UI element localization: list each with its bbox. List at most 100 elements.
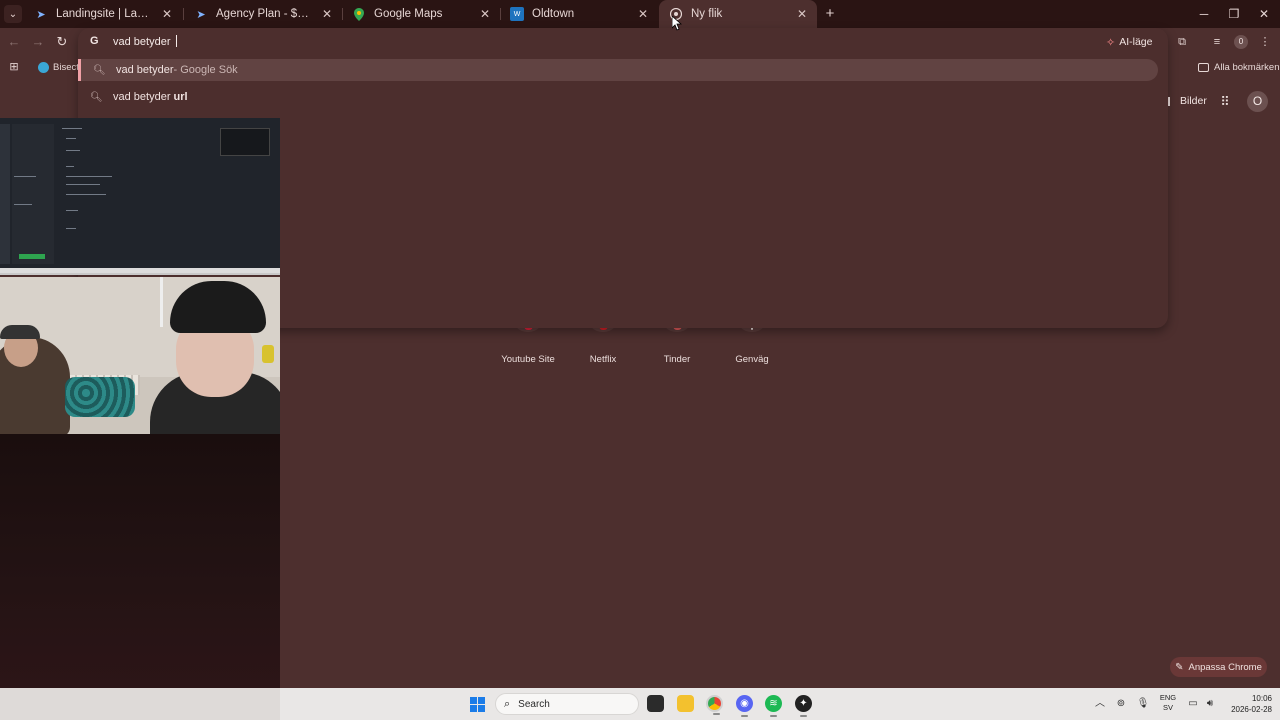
reload-icon[interactable]: ↻ [53, 33, 71, 51]
ai-mode-label: AI-läge [1119, 36, 1153, 48]
omnibox-input[interactable]: vad betyder [113, 35, 177, 48]
menu-icon[interactable]: ⋮ [1257, 34, 1273, 50]
preview-panel [220, 128, 270, 156]
tab-strip: ⌄ ➤ Landingsite | Landingsite ✕ ➤ Agency… [0, 0, 1280, 28]
apps-grid-icon[interactable]: ⊞ [7, 60, 21, 74]
preview-list [12, 124, 54, 264]
preview-text [66, 150, 80, 151]
paper-plane-icon: ➤ [36, 8, 46, 21]
running-indicator [713, 713, 720, 715]
microphone-icon[interactable]: 🎙︎ [1136, 697, 1150, 711]
tab-new-tab[interactable]: Ny flik ✕ [659, 0, 817, 28]
preview-text [14, 176, 36, 177]
suggestion-item[interactable]: 🔍︎ vad betyder - Google Sök [78, 59, 1158, 81]
tab-title: Landingsite | Landingsite [56, 8, 154, 20]
google-apps-icon[interactable]: ⠿ [1217, 94, 1233, 110]
search-icon: ⌕ [504, 697, 511, 710]
close-icon[interactable]: ✕ [636, 7, 650, 21]
text-caret [175, 35, 177, 47]
suggestion-item[interactable]: 🔍︎ vad betyder url [78, 86, 1158, 108]
forward-icon[interactable]: → [29, 33, 47, 51]
task-view-icon[interactable] [647, 695, 664, 712]
taskbar: ⌕ Search ◉ ≋ ✦ ︿ ⊚ 🎙︎ ENG SV ▭ 🔊︎ 10:06 … [0, 688, 1280, 720]
overlay-dark-panel [0, 434, 280, 688]
taskbar-search[interactable]: ⌕ Search [495, 693, 639, 715]
spotify-icon[interactable]: ≋ [765, 695, 782, 717]
folder-icon [1198, 62, 1209, 72]
preview-button [19, 254, 45, 259]
avatar[interactable]: 0 [1234, 35, 1248, 49]
preview-sidebar [0, 124, 10, 264]
volume-icon[interactable]: 🔊︎ [1203, 697, 1217, 711]
webcam-pillow [65, 377, 135, 417]
extensions-icon[interactable]: ⧉ [1174, 34, 1190, 50]
clock-time: 10:06 [1251, 694, 1272, 703]
preview-text [66, 228, 76, 229]
display-icon[interactable]: ▭ [1186, 697, 1200, 711]
language-bottom: SV [1162, 703, 1173, 712]
preview-taskbar [0, 268, 280, 273]
shortcut-label: Tinder [663, 354, 691, 365]
close-icon[interactable]: ✕ [478, 7, 492, 21]
close-icon[interactable]: ✕ [320, 7, 334, 21]
new-tab-button[interactable]: + [822, 5, 838, 23]
all-bookmarks-label: Alla bokmärken [1214, 61, 1280, 73]
tab-title: Oldtown [532, 8, 575, 20]
suggestion-suffix: - Google Sök [173, 64, 238, 76]
omnibox[interactable]: G vad betyder [78, 28, 1168, 56]
tab-search-button[interactable]: ⌄ [4, 5, 22, 23]
tab-google-maps[interactable]: Google Maps ✕ [342, 3, 500, 25]
chrome-icon[interactable] [706, 695, 723, 715]
restore-icon[interactable]: ❐ [1226, 5, 1242, 23]
pencil-icon: ✎ [1175, 661, 1184, 673]
tab-title: Agency Plan - $49/mo for Unlim [216, 8, 314, 20]
google-g-icon: G [90, 35, 99, 47]
customize-label: Anpassa Chrome [1188, 661, 1262, 673]
preview-text [66, 184, 100, 185]
wordpress-icon: W [510, 7, 524, 21]
ai-search-icon: ✧ [1106, 36, 1116, 49]
bisect-icon [38, 61, 49, 73]
running-indicator [770, 715, 777, 717]
images-link[interactable]: Bilder [1180, 95, 1207, 107]
preview-text [66, 166, 74, 167]
running-indicator [800, 715, 807, 717]
close-icon[interactable]: ✕ [795, 7, 809, 21]
clock-date: 2026-02-28 [1231, 705, 1272, 714]
minimize-icon[interactable]: ─ [1196, 5, 1212, 23]
close-icon[interactable]: ✕ [160, 7, 174, 21]
suggestion-bold: url [173, 91, 188, 103]
windows-start-icon[interactable] [470, 697, 485, 712]
tab-agency-plan[interactable]: ➤ Agency Plan - $49/mo for Unlim ✕ [184, 3, 342, 25]
customize-chrome-button[interactable]: ✎ Anpassa Chrome [1170, 657, 1267, 677]
shortcut-label: Genväg [735, 354, 769, 365]
omnibox-value: vad betyder [113, 36, 174, 48]
bookmark-bisect[interactable]: Bisect [38, 59, 79, 75]
taskbar-left-area [0, 688, 280, 720]
search-icon: 🔍︎ [90, 91, 103, 103]
network-status-icon[interactable]: ⊚ [1114, 697, 1128, 711]
language-indicator[interactable]: ENG SV [1158, 693, 1178, 713]
media-controls-icon[interactable]: ≡ [1209, 34, 1225, 50]
clock[interactable]: 10:06 2026-02-28 [1222, 693, 1272, 715]
tab-oldtown[interactable]: W Oldtown ✕ [500, 3, 658, 25]
suggestion-text: vad betyder [113, 91, 174, 103]
back-icon[interactable]: ← [5, 33, 23, 51]
running-indicator [741, 715, 748, 717]
window-close-icon[interactable]: ✕ [1256, 5, 1272, 23]
discord-icon[interactable]: ◉ [736, 695, 753, 717]
app-icon[interactable]: ✦ [795, 695, 812, 717]
search-icon: 🔍︎ [93, 64, 106, 76]
ai-mode-button[interactable]: ✧ AI-läge [1106, 34, 1153, 50]
bookmark-label: Bisect [53, 61, 79, 73]
tab-landingsite[interactable]: ➤ Landingsite | Landingsite ✕ [24, 3, 182, 25]
webcam-feed [0, 277, 280, 434]
tab-title: Google Maps [374, 8, 443, 20]
avatar[interactable]: O [1247, 91, 1268, 112]
chevron-up-icon[interactable]: ︿ [1093, 697, 1107, 711]
file-explorer-icon[interactable] [677, 695, 694, 712]
preview-text [66, 176, 112, 177]
preview-text [62, 128, 82, 129]
webcam-cord [160, 277, 163, 327]
all-bookmarks-button[interactable]: Alla bokmärken [1198, 59, 1279, 75]
